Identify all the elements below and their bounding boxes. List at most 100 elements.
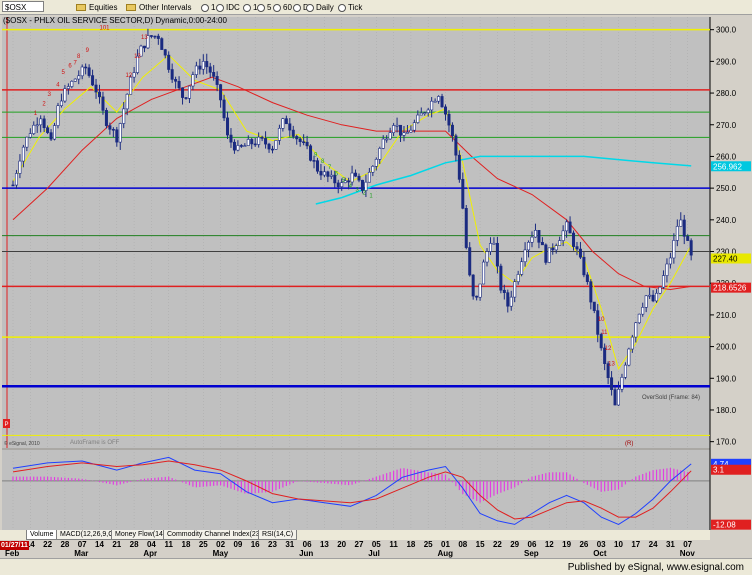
candle-body — [440, 96, 444, 108]
candle-body — [658, 286, 662, 294]
candle-body — [454, 135, 458, 156]
date-tick-label: 29 — [510, 540, 520, 549]
candle-body — [326, 171, 330, 177]
candle-body — [260, 136, 264, 139]
price-tick-label: 190.0 — [716, 374, 737, 383]
candle-body — [655, 292, 659, 302]
candle-body — [627, 348, 631, 366]
candle-body — [39, 118, 43, 126]
candle-body — [502, 289, 506, 293]
date-tick-label: 12 — [544, 540, 554, 549]
tab-rsi[interactable]: RSI(14,C) — [258, 530, 298, 540]
candle-body — [395, 124, 399, 127]
date-tick-label: 28 — [129, 540, 139, 549]
date-tick-label: 07 — [77, 540, 87, 549]
candle-body — [610, 377, 614, 390]
interval-idc-button[interactable]: IDC — [216, 1, 240, 14]
candle-body — [291, 129, 295, 137]
candle-body — [675, 226, 679, 241]
candle-body — [281, 118, 285, 129]
tab-money-flow[interactable]: Money Flow(14) — [111, 530, 170, 540]
clock-icon — [273, 3, 281, 12]
price-tick-label: 270.0 — [716, 121, 737, 130]
candle-body — [412, 122, 416, 131]
candle-body — [115, 129, 119, 143]
other-intervals-menu[interactable]: Other Intervals — [126, 1, 191, 14]
candle-body — [212, 72, 216, 77]
date-tick-label: 06 — [302, 540, 312, 549]
count-label-red: 13 — [141, 35, 148, 41]
candle-body — [423, 112, 427, 114]
candle-body — [122, 108, 126, 124]
marker-box-label: P — [5, 422, 9, 428]
candle-body — [599, 334, 603, 349]
candle-body — [73, 78, 77, 82]
candle-body — [59, 100, 63, 106]
date-tick-label: 14 — [95, 540, 104, 549]
interval-5min-button[interactable]: 5 — [257, 1, 271, 14]
clock-icon — [306, 3, 314, 12]
candle-body — [18, 160, 22, 174]
candle-body — [668, 257, 672, 265]
candle-body — [457, 154, 461, 180]
candle-body — [533, 230, 537, 238]
candle-body — [592, 301, 596, 311]
interval-tick-button[interactable]: Tick — [338, 1, 362, 14]
candle-body — [357, 175, 361, 181]
date-cursor-label: 01/27/11 — [0, 541, 29, 550]
candle-body — [191, 74, 195, 87]
clock-icon — [338, 3, 346, 12]
candle-body — [350, 172, 354, 183]
candle-body — [319, 170, 323, 176]
candle-body — [367, 171, 371, 183]
date-tick-label: 07 — [683, 540, 693, 549]
candle-body — [70, 81, 74, 87]
candle-body — [80, 66, 84, 77]
tab-cci[interactable]: Commodity Channel Index(23,C) — [163, 530, 273, 540]
candle-body — [447, 113, 451, 126]
date-tick-label: 16 — [250, 540, 260, 549]
candle-body — [177, 80, 181, 89]
interval-60min-button[interactable]: 60 — [273, 1, 292, 14]
candle-body — [419, 112, 423, 116]
interval-1min-button[interactable]: 1 — [243, 1, 257, 14]
date-tick-label: 11 — [389, 540, 398, 549]
candle-body — [288, 123, 292, 131]
macd-last-value-label: 3.1 — [713, 466, 725, 475]
candle-body — [174, 79, 178, 82]
candle-body — [565, 221, 569, 232]
date-tick-label: 25 — [423, 540, 433, 549]
candle-body — [315, 160, 319, 172]
last-value-label: 256.962 — [713, 162, 742, 171]
month-label: Mar — [74, 549, 89, 558]
candle-body — [661, 275, 665, 288]
date-tick-label: 17 — [631, 540, 641, 549]
symbol-field[interactable]: $OSX — [2, 1, 44, 14]
date-tick-label: 13 — [319, 540, 329, 549]
price-tick-label: 290.0 — [716, 57, 737, 66]
candle-body — [222, 99, 226, 119]
date-tick-label: 10 — [614, 540, 623, 549]
chart-area[interactable]: 13101131298765432110111213987654321 170.… — [0, 15, 752, 530]
toolbar: $OSX Equities Other Intervals 1 IDC 1 5 … — [0, 0, 752, 15]
equities-menu[interactable]: Equities — [76, 1, 117, 14]
date-tick-label: 03 — [596, 540, 606, 549]
candle-body — [433, 100, 437, 103]
candle-body — [187, 85, 191, 99]
candle-body — [243, 145, 247, 147]
candle-body — [558, 240, 562, 246]
candle-body — [253, 143, 257, 146]
interval-daily-button[interactable]: Daily — [306, 1, 334, 14]
candle-body — [651, 294, 655, 302]
candle-body — [378, 148, 382, 160]
interval-label: IDC — [226, 3, 240, 12]
interval-1-button[interactable]: 1 — [201, 1, 215, 14]
candle-body — [575, 246, 579, 250]
tab-volume[interactable]: Volume — [26, 530, 58, 540]
date-axis[interactable]: 07Feb14222807Mar14212804Apr11182502May09… — [0, 540, 710, 558]
candle-body — [443, 106, 447, 115]
candle-body — [527, 241, 531, 251]
date-tick-label: 15 — [475, 540, 485, 549]
oversold-mark: (R) — [625, 441, 633, 447]
candle-body — [84, 66, 88, 69]
